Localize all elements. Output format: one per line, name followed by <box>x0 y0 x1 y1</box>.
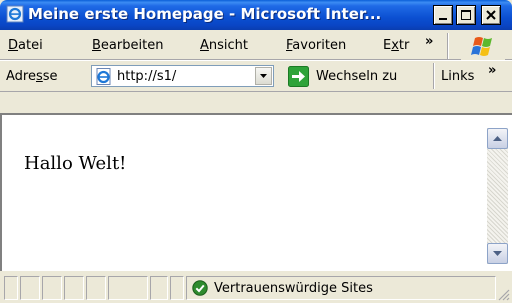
scroll-down-icon <box>493 251 502 256</box>
status-pane <box>64 276 84 300</box>
resize-grip-icon[interactable] <box>496 287 510 301</box>
browser-window: Meine erste Homepage - Microsoft Inter..… <box>0 0 512 303</box>
vertical-scrollbar[interactable] <box>487 128 508 264</box>
address-toolbar: Adresse http://s1/ Wechseln zu Links » <box>0 60 512 92</box>
scroll-up-button[interactable] <box>487 128 508 149</box>
go-button[interactable]: Wechseln zu <box>288 64 426 88</box>
address-value: http://s1/ <box>117 69 177 84</box>
links-separator <box>433 63 435 89</box>
close-button[interactable] <box>481 5 501 25</box>
menu-datei[interactable]: Datei <box>8 38 43 53</box>
menu-ansicht[interactable]: Ansicht <box>200 38 248 53</box>
minimize-button[interactable] <box>433 5 453 25</box>
status-pane <box>150 276 168 300</box>
minimize-icon <box>439 18 447 20</box>
windows-logo-icon <box>461 34 505 60</box>
go-arrow-icon <box>288 66 309 87</box>
menu-label-pre: E <box>383 38 392 53</box>
menu-label-post: tr <box>398 38 410 53</box>
scroll-down-button[interactable] <box>487 243 508 264</box>
close-icon <box>486 10 496 20</box>
menu-bearbeiten[interactable]: Bearbeiten <box>92 38 163 53</box>
page-text: Hallo Welt! <box>24 153 127 174</box>
menu-label-post: nsicht <box>208 38 249 53</box>
menu-extras[interactable]: Extr <box>383 38 409 53</box>
menu-label-post: atei <box>18 38 43 53</box>
status-pane <box>4 276 18 300</box>
menu-label-post: earbeiten <box>100 38 164 53</box>
status-bar: Vertrauenswürdige Sites <box>0 271 512 303</box>
status-pane <box>42 276 62 300</box>
status-zone-text: Vertrauenswürdige Sites <box>214 281 373 296</box>
links-label: Links <box>441 69 475 84</box>
menu-label-post: avoriten <box>292 38 347 53</box>
menu-accesskey: x <box>391 38 399 53</box>
links-button[interactable]: Links <box>441 69 474 84</box>
menu-overflow-chevron[interactable]: » <box>425 34 433 49</box>
address-label-accesskey: s <box>35 69 43 84</box>
ie-page-icon <box>6 5 24 23</box>
ie-page-icon <box>96 68 111 85</box>
menu-accesskey: A <box>200 38 209 53</box>
maximize-button[interactable] <box>456 5 476 25</box>
scroll-up-icon <box>493 136 502 141</box>
window-title: Meine erste Homepage - Microsoft Inter..… <box>28 5 382 23</box>
menu-favoriten[interactable]: Favoriten <box>286 38 346 53</box>
status-pane <box>20 276 40 300</box>
status-pane <box>108 276 148 300</box>
title-bar[interactable]: Meine erste Homepage - Microsoft Inter..… <box>0 0 512 30</box>
check-shield-icon <box>192 280 208 296</box>
page-viewport[interactable] <box>0 113 512 271</box>
chevron-down-icon <box>260 74 267 78</box>
address-label-post: se <box>42 69 58 84</box>
status-pane <box>170 276 184 300</box>
menu-accesskey: B <box>92 38 101 53</box>
menu-accesskey: D <box>8 38 19 53</box>
maximize-icon <box>461 10 471 20</box>
menu-separator <box>447 33 449 59</box>
address-label-pre: Adre <box>6 69 36 84</box>
go-label: Wechseln zu <box>316 69 398 84</box>
address-label: Adresse <box>6 69 58 84</box>
status-pane <box>86 276 106 300</box>
address-dropdown-button[interactable] <box>255 67 272 85</box>
address-input[interactable]: http://s1/ <box>91 65 274 87</box>
menu-bar: Datei Bearbeiten Ansicht Favoriten Extr … <box>0 33 512 60</box>
links-overflow-chevron[interactable]: » <box>488 63 496 78</box>
